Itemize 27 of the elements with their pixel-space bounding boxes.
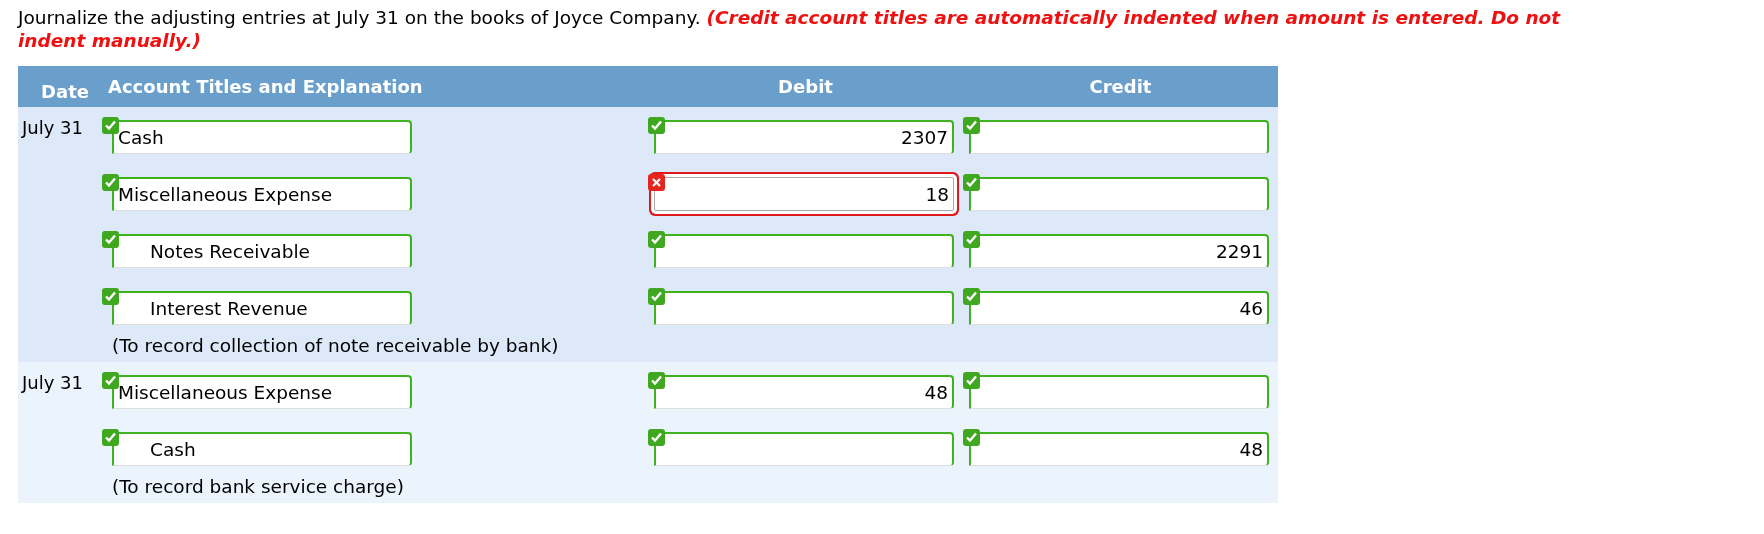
column-header: Credit	[1089, 76, 1152, 97]
column-header: Account Titles and Explanation	[108, 76, 423, 97]
amount-field[interactable]: 48	[969, 432, 1269, 466]
amount-field[interactable]	[654, 432, 954, 466]
account-field[interactable]: Cash	[112, 432, 412, 466]
account-field[interactable]: Notes Receivable	[112, 234, 412, 268]
amount-field[interactable]: 18	[654, 177, 954, 211]
entry-date: July 31	[22, 372, 83, 393]
account-field[interactable]: Miscellaneous Expense	[112, 177, 412, 211]
amount-field[interactable]	[654, 291, 954, 325]
amount-field[interactable]: 46	[969, 291, 1269, 325]
amount-field[interactable]: 48	[654, 375, 954, 409]
column-header: Date	[41, 81, 89, 102]
instructions: Journalize the adjusting entries at July 31 on the books of Joyce Company. (Credit account titles are automatically indented when amount is entered. Do not indent manually.)	[18, 6, 1562, 52]
amount-field[interactable]: 2307	[654, 120, 954, 154]
amount-field[interactable]	[969, 177, 1269, 211]
account-field[interactable]: Cash	[112, 120, 412, 154]
column-header: Debit	[778, 76, 833, 97]
explanation-text: (To record bank service charge)	[112, 476, 404, 497]
account-field[interactable]: Interest Revenue	[112, 291, 412, 325]
entry-date: July 31	[22, 117, 83, 138]
amount-field[interactable]	[969, 120, 1269, 154]
amount-field[interactable]	[969, 375, 1269, 409]
amount-field[interactable]: 2291	[969, 234, 1269, 268]
account-field[interactable]: Miscellaneous Expense	[112, 375, 412, 409]
explanation-text: (To record collection of note receivable by bank)	[112, 335, 559, 356]
amount-field[interactable]	[654, 234, 954, 268]
